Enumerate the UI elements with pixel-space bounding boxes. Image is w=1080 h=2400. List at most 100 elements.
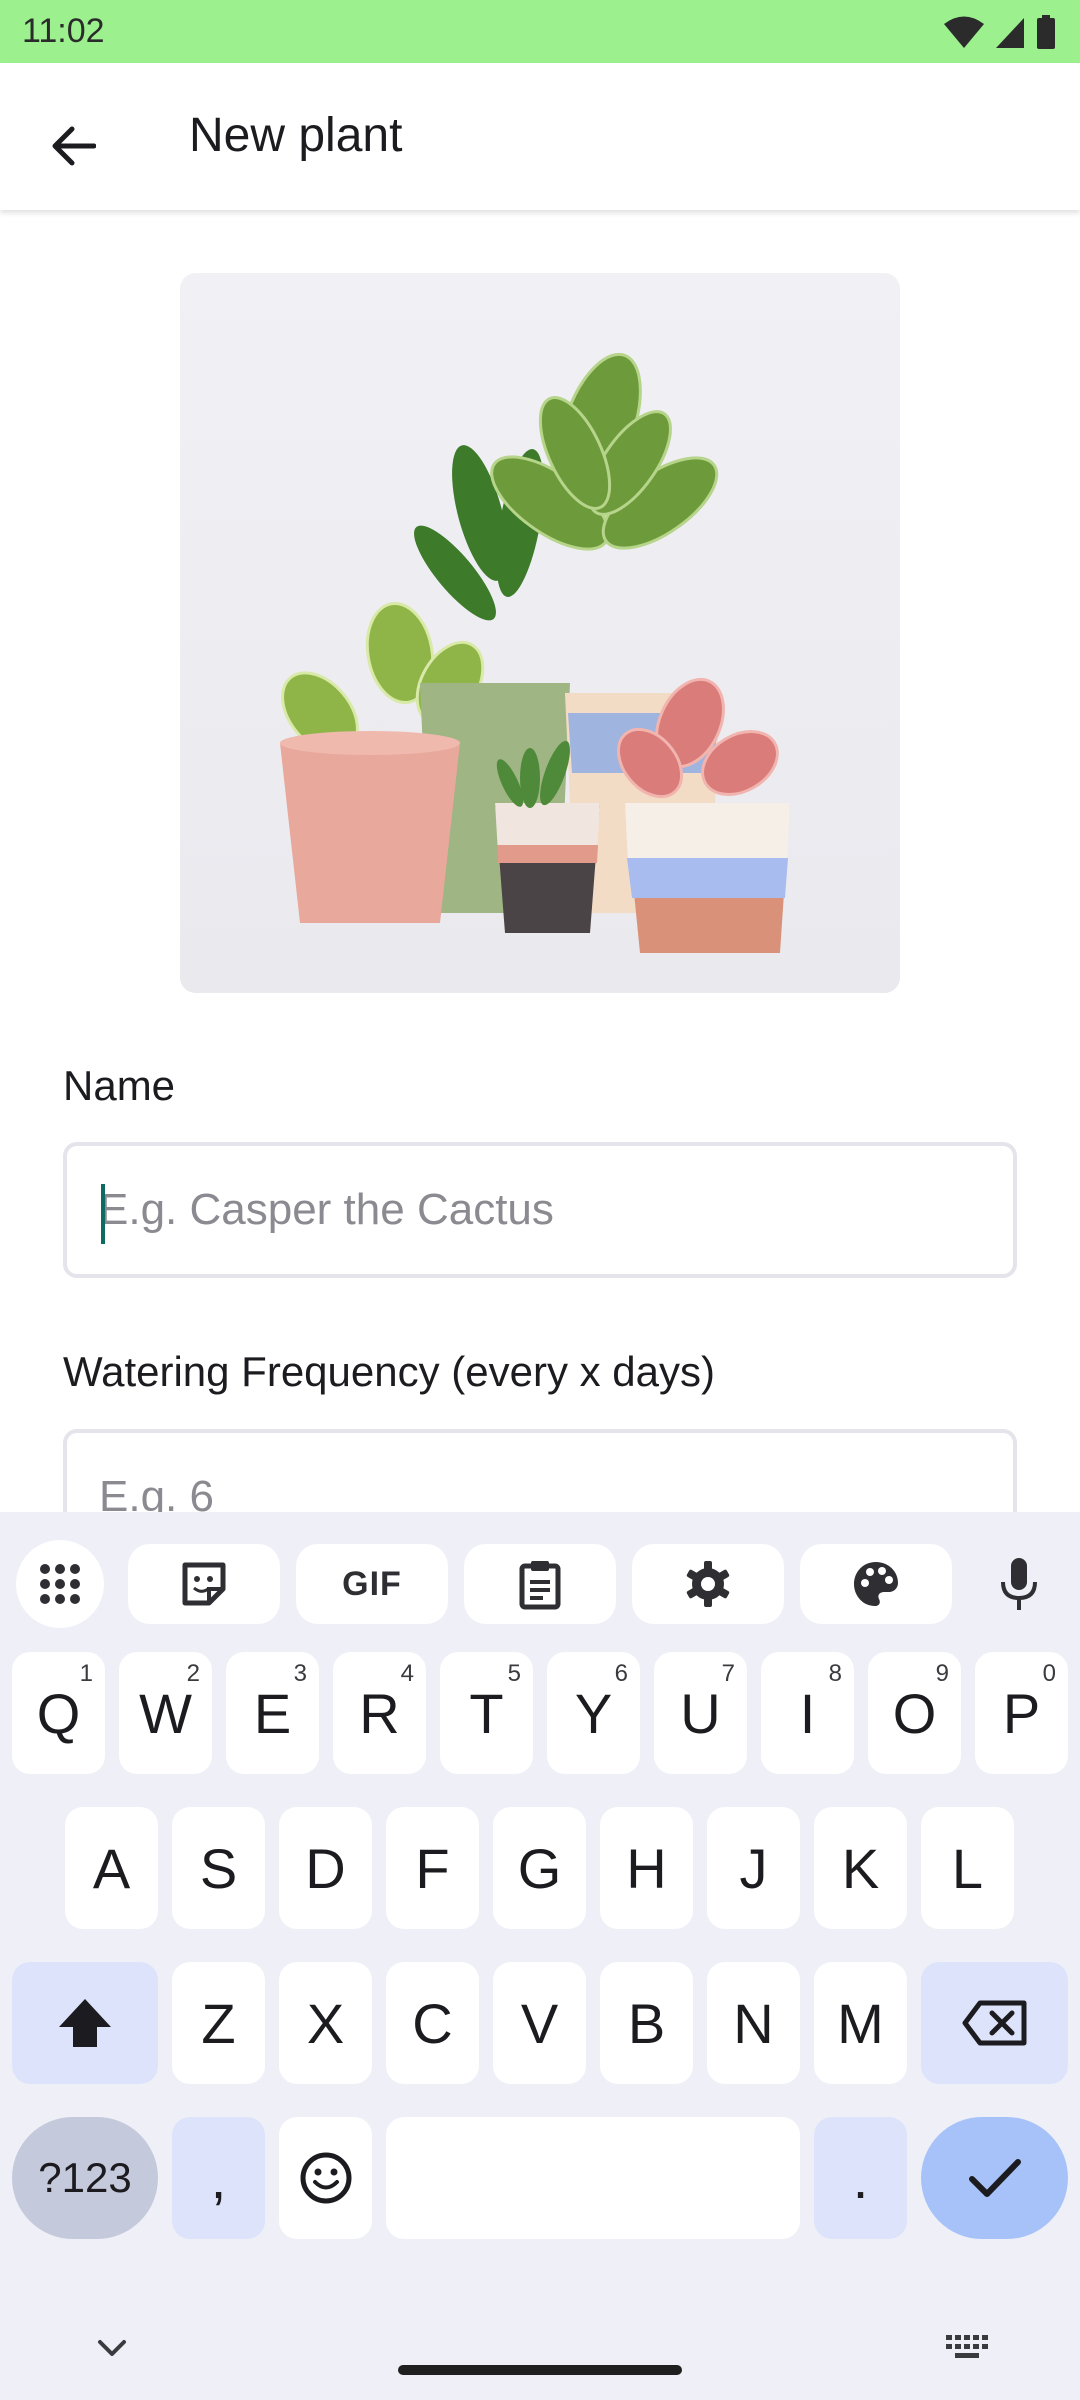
- key-q[interactable]: Q1: [12, 1652, 105, 1774]
- text-cursor: [101, 1184, 105, 1244]
- key-d[interactable]: D: [279, 1807, 372, 1929]
- key-label: G: [517, 1836, 562, 1900]
- name-field[interactable]: [63, 1142, 1017, 1278]
- key-r[interactable]: R4: [333, 1652, 426, 1774]
- back-button[interactable]: [30, 103, 116, 189]
- key-label: L: [951, 1836, 984, 1900]
- theme-button[interactable]: [800, 1544, 952, 1624]
- comma-key[interactable]: ,: [172, 2117, 265, 2239]
- key-label: I: [799, 1681, 816, 1745]
- clipboard-button[interactable]: [464, 1544, 616, 1624]
- key-hint: 8: [828, 1660, 842, 1687]
- plant-image: [180, 273, 900, 993]
- status-time: 11:02: [22, 12, 105, 50]
- clipboard-icon: [519, 1561, 561, 1610]
- mic-icon: [1001, 1558, 1037, 1610]
- apps-grid-icon: [40, 1564, 80, 1604]
- key-z[interactable]: Z: [172, 1962, 265, 2084]
- key-label: P: [1002, 1681, 1041, 1745]
- key-label: Q: [36, 1681, 81, 1745]
- page-title: New plant: [189, 109, 403, 162]
- key-p[interactable]: P0: [975, 1652, 1068, 1774]
- key-x[interactable]: X: [279, 1962, 372, 2084]
- key-label: K: [841, 1836, 880, 1900]
- key-u[interactable]: U7: [654, 1652, 747, 1774]
- key-n[interactable]: N: [707, 1962, 800, 2084]
- key-m[interactable]: M: [814, 1962, 907, 2084]
- shift-key[interactable]: [12, 1962, 158, 2084]
- key-i[interactable]: I8: [761, 1652, 854, 1774]
- keyboard-toolbar: GIF: [0, 1532, 1080, 1632]
- key-hint: 6: [614, 1660, 628, 1687]
- switch-keyboard-button[interactable]: [944, 2328, 992, 2368]
- chevron-down-icon: [98, 2340, 126, 2356]
- key-e[interactable]: E3: [226, 1652, 319, 1774]
- key-b[interactable]: B: [600, 1962, 693, 2084]
- sticker-button[interactable]: [128, 1544, 280, 1624]
- key-h[interactable]: H: [600, 1807, 693, 1929]
- period-key[interactable]: .: [814, 2117, 907, 2239]
- key-hint: 5: [507, 1660, 521, 1687]
- key-hint: 7: [721, 1660, 735, 1687]
- arrow-back-icon: [52, 126, 96, 166]
- key-label: D: [305, 1836, 346, 1900]
- key-label: E: [253, 1681, 292, 1745]
- key-hint: 2: [186, 1660, 200, 1687]
- key-label: O: [892, 1681, 937, 1745]
- key-label: F: [415, 1836, 450, 1900]
- key-w[interactable]: W2: [119, 1652, 212, 1774]
- wifi-icon: [944, 16, 984, 48]
- plant-photo[interactable]: [180, 273, 900, 993]
- voice-input-button[interactable]: [976, 1544, 1062, 1624]
- key-hint: 3: [293, 1660, 307, 1687]
- key-k[interactable]: K: [814, 1807, 907, 1929]
- settings-button[interactable]: [632, 1544, 784, 1624]
- backspace-key[interactable]: [921, 1962, 1068, 2084]
- key-label: V: [520, 1991, 559, 2055]
- key-v[interactable]: V: [493, 1962, 586, 2084]
- key-hint: 9: [935, 1660, 949, 1687]
- watering-label: Watering Frequency (every x days): [63, 1348, 716, 1395]
- key-hint: 4: [400, 1660, 414, 1687]
- symbols-key[interactable]: ?123: [12, 2117, 158, 2239]
- key-a[interactable]: A: [65, 1807, 158, 1929]
- key-label: ?123: [38, 2154, 132, 2201]
- key-label: N: [733, 1991, 774, 2055]
- key-j[interactable]: J: [707, 1807, 800, 1929]
- key-label: H: [626, 1836, 667, 1900]
- key-label: M: [837, 1991, 884, 2055]
- spacebar[interactable]: [386, 2117, 800, 2239]
- sticker-icon: [182, 1562, 226, 1606]
- shift-icon: [59, 1999, 111, 2047]
- key-label: J: [739, 1836, 768, 1900]
- emoji-key[interactable]: [279, 2117, 372, 2239]
- soft-keyboard: G I F Q 1 W 2 E 3 R 4 T 5 Y 6 U 7 I 8 O 9 …: [0, 1512, 1080, 2400]
- keyboard-nav-row: [0, 2310, 1080, 2400]
- key-hint: 1: [79, 1660, 93, 1687]
- signal-icon: [996, 18, 1024, 48]
- key-y[interactable]: Y6: [547, 1652, 640, 1774]
- hide-keyboard-button[interactable]: [88, 2328, 136, 2368]
- key-label: U: [680, 1681, 721, 1745]
- emoji-icon: [300, 2152, 351, 2204]
- key-o[interactable]: O9: [868, 1652, 961, 1774]
- key-c[interactable]: C: [386, 1962, 479, 2084]
- key-g[interactable]: G: [493, 1807, 586, 1929]
- key-label: ,: [210, 2146, 227, 2210]
- key-t[interactable]: T5: [440, 1652, 533, 1774]
- key-label: R: [359, 1681, 400, 1745]
- key-l[interactable]: L: [921, 1807, 1014, 1929]
- key-label: S: [199, 1836, 238, 1900]
- key-f[interactable]: F: [386, 1807, 479, 1929]
- gear-icon: [686, 1561, 730, 1607]
- key-label: .: [852, 2146, 869, 2210]
- done-key[interactable]: [921, 2117, 1068, 2239]
- check-icon: [968, 2159, 1021, 2197]
- apps-grid-button[interactable]: [16, 1540, 104, 1628]
- key-s[interactable]: S: [172, 1807, 265, 1929]
- gif-button[interactable]: GIF: [296, 1544, 448, 1624]
- status-bar: 11:02: [0, 0, 1080, 63]
- name-input[interactable]: [99, 1146, 979, 1274]
- status-icons: [944, 14, 1056, 50]
- home-indicator[interactable]: [398, 2365, 682, 2375]
